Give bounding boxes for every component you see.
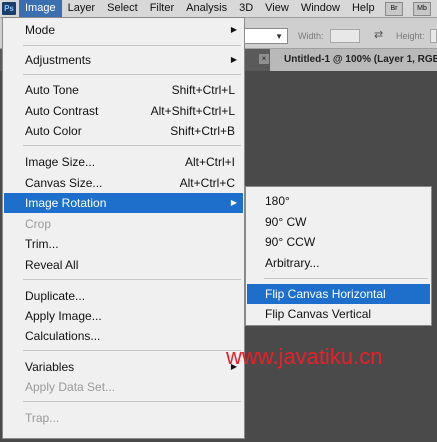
menu-image[interactable]: Image [19,0,62,17]
menu-item-arbitrary[interactable]: Arbitrary... [247,253,430,273]
menu-item-auto-contrast[interactable]: Auto Contrast Alt+Shift+Ctrl+L [4,101,243,121]
menu-analysis[interactable]: Analysis [180,0,233,17]
menu-item-trim[interactable]: Trim... [4,234,243,254]
menu-item-image-size[interactable]: Image Size... Alt+Ctrl+I [4,152,243,172]
menu-item-calculations[interactable]: Calculations... [4,326,243,346]
menu-window[interactable]: Window [295,0,346,17]
menu-3d[interactable]: 3D [233,0,259,17]
menu-item-flip-canvas-vertical[interactable]: Flip Canvas Vertical [247,304,430,324]
menu-item-rotate-90-ccw[interactable]: 90° CCW [247,232,430,252]
menu-separator [23,145,241,146]
menu-item-rotate-90-cw[interactable]: 90° CW [247,212,430,232]
mini-bridge-button[interactable]: Mb [413,2,431,16]
menu-help[interactable]: Help [346,0,381,17]
width-label: Width: [298,31,324,41]
width-field[interactable] [330,29,360,43]
submenu-arrow-icon: ▶ [230,55,237,64]
document-tab[interactable]: Untitled-1 @ 100% (Layer 1, RGB [270,49,437,71]
menu-item-adjustments[interactable]: Adjustments ▶ [4,50,243,70]
menu-item-reveal-all[interactable]: Reveal All [4,255,243,275]
menu-separator [23,401,241,402]
swap-icon[interactable]: ⇄ [374,28,383,41]
menu-separator [23,45,241,46]
menu-item-image-rotation[interactable]: Image Rotation ▶ [4,193,243,213]
submenu-arrow-icon: ▶ [230,198,237,207]
menu-separator [264,278,428,279]
menu-separator [23,350,241,351]
menu-item-canvas-size[interactable]: Canvas Size... Alt+Ctrl+C [4,173,243,193]
menu-view[interactable]: View [259,0,295,17]
menu-layer[interactable]: Layer [62,0,102,17]
close-icon[interactable]: × [259,54,269,64]
menu-item-flip-canvas-horizontal[interactable]: Flip Canvas Horizontal [247,284,430,304]
chevron-down-icon: ▼ [275,32,283,41]
menu-item-auto-color[interactable]: Auto Color Shift+Ctrl+B [4,121,243,141]
menu-item-apply-image[interactable]: Apply Image... [4,306,243,326]
menu-item-mode[interactable]: Mode ▶ [4,20,243,40]
watermark-text: www.javatiku.cn [226,344,383,369]
menu-item-rotate-180[interactable]: 180° [247,191,430,211]
menu-item-variables[interactable]: Variables ▶ [4,357,243,377]
menu-item-auto-tone[interactable]: Auto Tone Shift+Ctrl+L [4,80,243,100]
photoshop-logo: Ps [2,2,16,15]
menu-bar: Ps Image Layer Select Filter Analysis 3D… [0,0,437,18]
menu-item-crop[interactable]: Crop [4,214,243,234]
menu-item-duplicate[interactable]: Duplicate... [4,286,243,306]
menu-item-apply-data-set[interactable]: Apply Data Set... [4,377,243,397]
menu-separator [23,74,241,75]
menu-item-trap[interactable]: Trap... [4,408,243,428]
height-field[interactable] [430,29,437,43]
menu-separator [23,279,241,280]
bridge-button[interactable]: Br [385,2,403,16]
image-rotation-submenu: 180° 90° CW 90° CCW Arbitrary... Flip Ca… [245,186,432,326]
menu-select[interactable]: Select [101,0,144,17]
height-label: Height: [396,31,425,41]
menu-filter[interactable]: Filter [144,0,180,17]
image-menu: Mode ▶ Adjustments ▶ Auto Tone Shift+Ctr… [2,17,245,439]
submenu-arrow-icon: ▶ [230,25,237,34]
